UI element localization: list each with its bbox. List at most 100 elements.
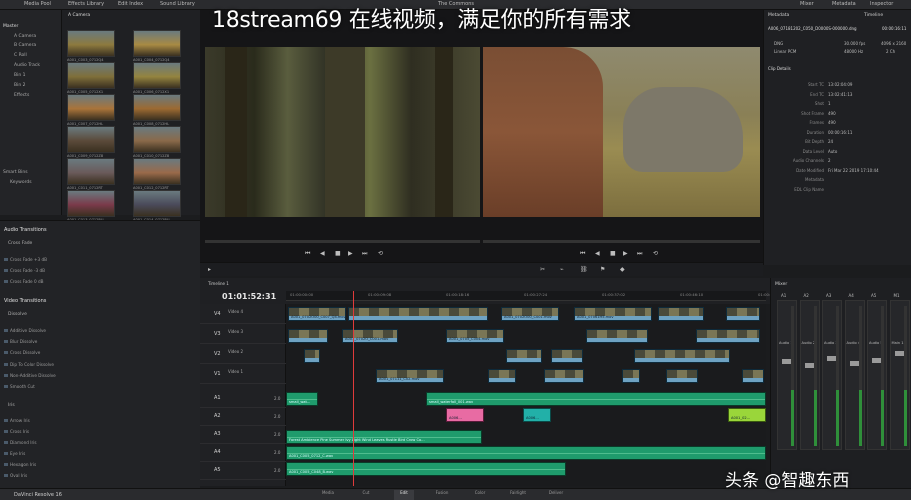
mixer-channel-strip[interactable]: Audio 4 <box>844 300 865 450</box>
effect-item[interactable]: Smooth Cut <box>4 384 35 389</box>
audio-transitions-header[interactable]: Audio Transitions <box>4 227 47 233</box>
audio-clip[interactable]: A001_C005_0712_C.wav <box>286 446 766 460</box>
effect-item[interactable]: Hexagon Iris <box>3 462 36 467</box>
media-clip-thumbnail[interactable] <box>67 190 115 217</box>
loop-icon[interactable]: ⟲ <box>653 250 658 257</box>
skip-back-icon[interactable]: ⏮ <box>580 250 585 258</box>
track-header[interactable]: V3 Video 3 <box>200 326 286 344</box>
iris-category[interactable]: Iris <box>8 403 15 408</box>
page-tab-edit[interactable]: Edit <box>394 490 414 500</box>
mixer-channel-strip[interactable]: Main 1 <box>889 300 910 450</box>
timeline-tracks[interactable]: A001_0702O00_C007_Q4.mov A001_0702O00_C0… <box>286 304 766 486</box>
selection-tool-icon[interactable]: ▸ <box>208 266 211 273</box>
mixer-channel-strip[interactable]: Audio 1 <box>777 300 797 450</box>
step-back-icon[interactable]: ◀ <box>320 250 325 257</box>
page-tab-deliver[interactable]: Deliver <box>546 490 566 500</box>
bin-item[interactable]: Effects <box>14 93 29 98</box>
mixer-channel-strip[interactable]: Audio 5 <box>867 300 887 450</box>
source-viewer[interactable] <box>205 47 480 217</box>
timeline-clip[interactable] <box>726 307 760 321</box>
dissolve-category[interactable]: Dissolve <box>8 312 27 317</box>
timeline-clip[interactable]: A001_0702O_C001.mov <box>342 329 398 343</box>
playhead[interactable] <box>353 291 354 486</box>
timeline-scrubber[interactable] <box>483 240 760 243</box>
timeline-clip[interactable] <box>696 329 760 343</box>
metadata-value[interactable]: 00:00:16:11 <box>828 130 852 135</box>
skip-forward-icon[interactable]: ⏭ <box>637 250 642 258</box>
timeline-clip[interactable] <box>288 329 328 343</box>
tab-metadata[interactable]: Metadata <box>768 13 789 18</box>
play-icon[interactable]: ▶ <box>348 250 353 257</box>
track-header[interactable]: A1 2.0 <box>200 390 286 408</box>
tab-timeline[interactable]: Timeline <box>864 13 883 18</box>
timeline-viewer[interactable] <box>483 47 760 217</box>
effect-item[interactable]: Eye Iris <box>3 451 25 456</box>
track-header[interactable]: A4 2.0 <box>200 444 286 462</box>
timeline-clip[interactable] <box>622 369 640 383</box>
bin-item[interactable]: Audio Track <box>14 63 40 68</box>
bin-master[interactable]: Master <box>3 24 18 29</box>
bin-item[interactable]: B Camera <box>14 43 36 48</box>
timeline-clip[interactable] <box>348 307 488 321</box>
metadata-button[interactable]: Metadata <box>832 1 856 7</box>
page-tab-color[interactable]: Color <box>470 490 490 500</box>
skip-forward-icon[interactable]: ⏭ <box>362 250 367 258</box>
effect-item[interactable]: Additive Dissolve <box>4 328 46 333</box>
blade-tool-icon[interactable]: ✂ <box>540 266 545 273</box>
media-pool-button[interactable]: Media Pool <box>24 1 51 7</box>
mixer-channel-strip[interactable]: Audio 3 <box>822 300 842 450</box>
page-tab-fairlight[interactable]: Fairlight <box>508 490 528 500</box>
video-transitions-header[interactable]: Video Transitions <box>4 298 46 304</box>
bin-item[interactable]: Bin 1 <box>14 73 25 78</box>
timeline-clip[interactable] <box>634 349 730 363</box>
track-header[interactable]: V2 Video 2 <box>200 346 286 364</box>
loop-icon[interactable]: ⟲ <box>378 250 383 257</box>
timeline-clip[interactable] <box>658 307 704 321</box>
effect-item[interactable]: Blur Dissolve <box>3 339 37 344</box>
audio-clip[interactable]: A001_C005_C048_B.wav <box>286 462 566 476</box>
link-icon[interactable]: ⛓ <box>580 266 588 273</box>
media-clip-thumbnail[interactable] <box>67 94 115 121</box>
timeline-clip[interactable]: A001_0705_C004.mov <box>446 329 504 343</box>
audio-clip[interactable]: Forest Ambience Pine Summer Ivy Light Wi… <box>286 430 482 444</box>
stop-icon[interactable]: ■ <box>335 250 341 257</box>
track-header[interactable]: A5 2.0 <box>200 462 286 480</box>
effect-item[interactable]: Cross Dissolve <box>3 350 40 355</box>
smart-bin-keywords[interactable]: Keywords <box>10 180 32 185</box>
track-header[interactable]: V1 Video 1 <box>200 366 286 384</box>
timeline-clip[interactable] <box>742 369 764 383</box>
effect-item[interactable]: Non-Additive Dissolve <box>4 373 56 378</box>
timeline-ruler[interactable]: 01:00:00:00 01:00:09:08 01:00:18:16 01:00:2… <box>286 291 781 301</box>
page-tab-cut[interactable]: Cut <box>356 490 376 500</box>
timeline-clip[interactable] <box>304 349 320 363</box>
track-header[interactable]: A2 2.0 <box>200 408 286 426</box>
page-tab-fusion[interactable]: Fusion <box>432 490 452 500</box>
timeline-clip[interactable]: A001_0702O00_C007_Q4.mov <box>288 307 346 321</box>
metadata-value[interactable]: 1 <box>828 101 831 106</box>
media-clip-thumbnail[interactable] <box>133 94 181 121</box>
timeline-clip[interactable] <box>551 349 583 363</box>
mixer-channel-strip[interactable]: Audio 2 <box>799 300 820 450</box>
stop-icon[interactable]: ■ <box>610 250 616 257</box>
metadata-value[interactable]: 490 <box>828 120 836 125</box>
metadata-value[interactable]: 2 <box>828 158 831 163</box>
audio-clip[interactable]: A001_02... <box>728 408 766 422</box>
timeline-clip[interactable] <box>488 369 516 383</box>
media-clip-thumbnail[interactable] <box>67 158 115 185</box>
bin-item[interactable]: C Roll <box>14 53 27 58</box>
timeline-clip[interactable]: A001_07111_C02.mov <box>376 369 444 383</box>
metadata-value[interactable]: Fri Mar 22 2019 17:10:44 <box>828 168 879 173</box>
metadata-value[interactable]: Auto <box>828 149 837 154</box>
effect-item[interactable]: Arrow Iris <box>4 418 30 423</box>
flag-icon[interactable]: ⚑ <box>600 266 605 273</box>
media-clip-thumbnail[interactable] <box>67 126 115 153</box>
audio-clip[interactable]: small_waterfall_001.wav <box>426 392 766 406</box>
play-icon[interactable]: ▶ <box>623 250 628 257</box>
media-clip-thumbnail[interactable] <box>67 30 115 57</box>
step-back-icon[interactable]: ◀ <box>595 250 600 257</box>
media-clip-thumbnail[interactable] <box>133 158 181 185</box>
sound-library-button[interactable]: Sound Library <box>160 1 195 7</box>
effect-item[interactable]: Cross Fade +3 dB <box>3 257 47 262</box>
timeline-clip[interactable]: A001_0702O00_C001.mov <box>501 307 559 321</box>
skip-back-icon[interactable]: ⏮ <box>305 250 310 258</box>
